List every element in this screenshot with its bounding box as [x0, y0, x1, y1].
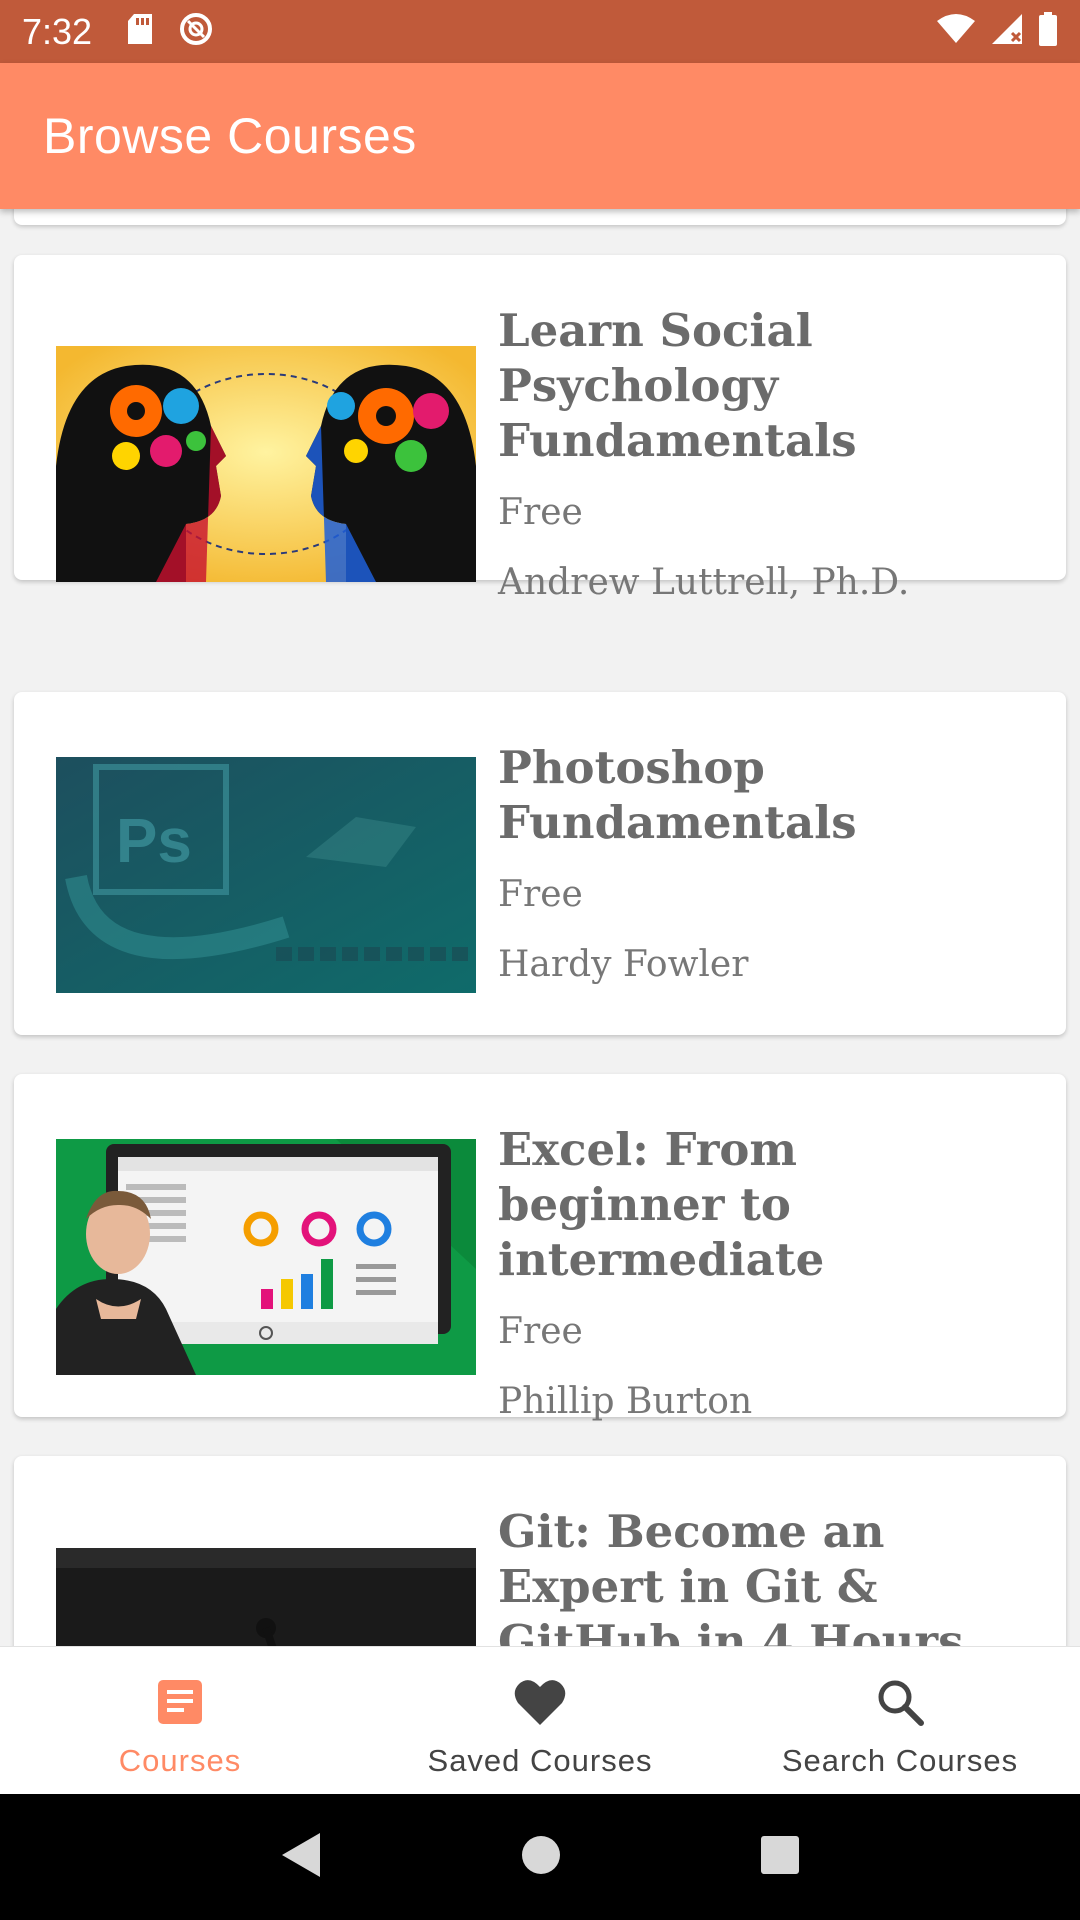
status-time: 7:32 — [22, 10, 93, 52]
home-icon[interactable] — [521, 1835, 561, 1880]
list-icon — [153, 1675, 207, 1729]
course-thumbnail — [56, 346, 476, 582]
course-price: Free — [498, 874, 583, 915]
course-card[interactable]: Git: Become an Expert in Git & GitHub in… — [14, 1456, 1066, 1646]
nav-label-courses: Courses — [118, 1743, 242, 1778]
course-title: Excel: From beginner to intermediate — [498, 1123, 825, 1286]
heart-icon — [513, 1675, 567, 1729]
course-card[interactable]: Excel: From beginner to intermediate Fre… — [14, 1074, 1066, 1422]
nav-saved-courses[interactable]: Saved Courses — [360, 1647, 720, 1794]
system-navigation-bar — [0, 1794, 1080, 1920]
data-saver-icon — [178, 11, 214, 52]
course-list[interactable]: Learn Social Psychology Fundamentals Fre… — [0, 209, 1080, 1646]
back-icon[interactable] — [280, 1831, 322, 1884]
nav-search-courses[interactable]: Search Courses — [720, 1647, 1080, 1794]
course-price: Free — [498, 1311, 583, 1352]
wifi-icon — [936, 13, 976, 50]
battery-icon — [1038, 12, 1058, 51]
sd-card-icon — [126, 13, 154, 50]
recents-icon[interactable] — [760, 1835, 800, 1880]
status-bar: 7:32 — [0, 0, 1080, 63]
course-card-partial[interactable] — [14, 209, 1066, 225]
nav-label-saved-courses: Saved Courses — [427, 1743, 653, 1778]
nav-courses[interactable]: Courses — [0, 1647, 360, 1794]
course-title: Photoshop Fundamentals — [498, 741, 857, 849]
bottom-navigation: Courses Saved Courses Search Courses — [0, 1646, 1080, 1794]
course-card[interactable]: Learn Social Psychology Fundamentals Fre… — [14, 255, 1066, 603]
nav-label-search-courses: Search Courses — [781, 1743, 1019, 1778]
course-author: Phillip Burton — [498, 1381, 753, 1422]
svg-text:Ps: Ps — [116, 807, 192, 876]
course-title: Learn Social Psychology Fundamentals — [498, 304, 857, 467]
course-price: Free — [498, 492, 583, 533]
app-bar: Browse Courses — [0, 63, 1080, 209]
search-icon — [873, 1675, 927, 1729]
course-thumbnail: Ps — [56, 757, 476, 993]
page-title: Browse Courses — [43, 108, 417, 164]
cell-signal-icon — [990, 13, 1024, 50]
course-author: Hardy Fowler — [498, 944, 749, 985]
course-thumbnail — [56, 1139, 476, 1375]
course-author: Andrew Luttrell, Ph.D. — [498, 562, 910, 603]
course-card[interactable]: Ps Photoshop Fundamentals Free Hardy Fow… — [14, 692, 1066, 1035]
course-title: Git: Become an Expert in Git & GitHub in… — [498, 1505, 964, 1646]
course-thumbnail — [56, 1548, 476, 1646]
